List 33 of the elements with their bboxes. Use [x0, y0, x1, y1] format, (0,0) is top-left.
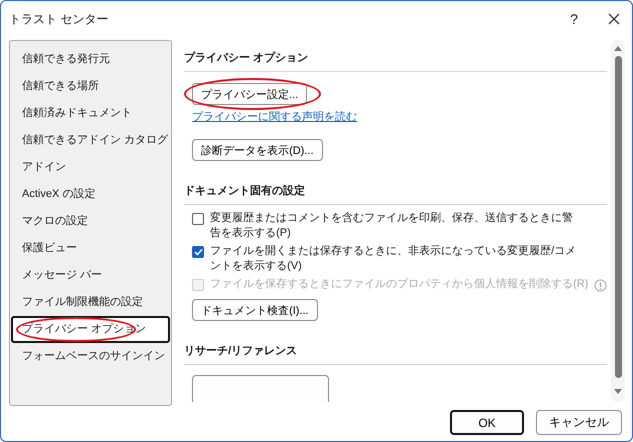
sidebar-item[interactable]: 信頼できる場所 [11, 73, 170, 100]
sidebar-item[interactable]: マクロの設定 [11, 208, 170, 235]
checkbox[interactable] [192, 213, 204, 225]
dialog-button[interactable]: プライバシー設定... [192, 83, 308, 105]
dialog-button[interactable]: 診断データを表示(D)... [192, 139, 323, 161]
dialog-button[interactable]: ドキュメント検査(I)... [192, 299, 318, 321]
scrollbar-thumb[interactable] [614, 56, 622, 378]
dialog-button[interactable]: キャンセル [536, 410, 622, 435]
sidebar-item[interactable]: アドイン [11, 154, 170, 181]
checkbox-label: ファイルを開くまたは保存するときに、非表示になっている変更履歴/コメントを表示する(V) [210, 244, 578, 274]
sidebar-item[interactable]: 信頼できるアドイン カタログ [11, 127, 170, 154]
sidebar-item[interactable]: プライバシー オプション [11, 316, 170, 343]
section-heading: リサーチ/リファレンス [184, 333, 608, 365]
window-title: トラスト センター [9, 10, 110, 28]
close-icon[interactable] [608, 13, 620, 25]
checkbox-label: 変更履歴またはコメントを含むファイルを印刷、保存、送信するときに警告を表示する(P) [210, 211, 574, 241]
help-button[interactable]: ? [564, 11, 584, 27]
section-heading: プライバシー オプション [184, 40, 608, 72]
scroll-up-icon[interactable] [613, 44, 624, 52]
sidebar-item[interactable]: 信頼できる発行元 [11, 46, 170, 73]
checkbox[interactable] [192, 246, 204, 258]
section-heading: ドキュメント固有の設定 [184, 173, 608, 205]
checkbox-label: ファイルを保存するときにファイルのプロパティから個人情報を削除する(R) [210, 277, 588, 292]
dialog-button[interactable]: OK [450, 410, 524, 435]
sidebar-item[interactable]: フォームベースのサインイン [11, 343, 170, 370]
sidebar-item[interactable]: ActiveX の設定 [11, 181, 170, 208]
cut-off-button[interactable] [192, 375, 330, 402]
sidebar-item[interactable]: 保護ビュー [11, 235, 170, 262]
sidebar-item[interactable]: 信頼済みドキュメント [11, 100, 170, 127]
sidebar-item[interactable]: メッセージ バー [11, 262, 170, 289]
sidebar-item[interactable]: ファイル制限機能の設定 [11, 289, 170, 316]
scroll-down-icon[interactable] [613, 388, 624, 396]
privacy-link[interactable]: プライバシーに関する声明を読む [192, 109, 358, 124]
